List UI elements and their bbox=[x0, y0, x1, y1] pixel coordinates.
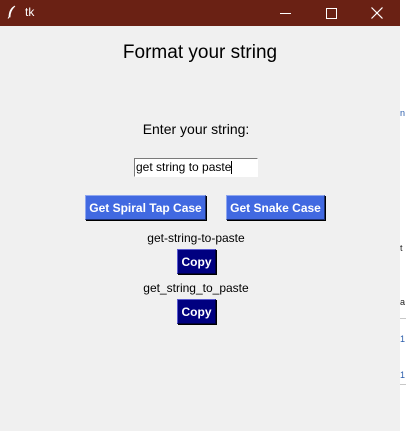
minimize-button[interactable] bbox=[262, 0, 308, 26]
string-prompt-label: Enter your string: bbox=[142, 121, 250, 137]
background-text-fragment: a bbox=[400, 297, 406, 307]
background-window bbox=[400, 0, 406, 431]
background-divider bbox=[400, 384, 406, 385]
app-window: tk Format your string Enter your string:… bbox=[0, 0, 400, 431]
text-caret bbox=[231, 161, 233, 175]
feather-icon bbox=[6, 5, 18, 19]
close-icon bbox=[371, 7, 383, 19]
string-input[interactable]: get string to paste bbox=[134, 158, 258, 177]
snake-case-result: get_string_to_paste bbox=[143, 281, 249, 295]
page-title: Format your string bbox=[122, 42, 278, 63]
background-divider bbox=[400, 318, 406, 319]
spiral-tap-case-button[interactable]: Get Spiral Tap Case bbox=[85, 195, 206, 220]
background-text-fragment: t bbox=[400, 243, 403, 253]
background-text-fragment: 1 bbox=[400, 334, 406, 344]
background-text-fragment: 1 bbox=[400, 370, 406, 380]
maximize-icon bbox=[325, 7, 337, 19]
background-text-fragment: n bbox=[400, 108, 406, 118]
title-bar[interactable]: tk bbox=[0, 0, 400, 26]
close-button[interactable] bbox=[354, 0, 400, 26]
maximize-button[interactable] bbox=[308, 0, 354, 26]
minimize-icon bbox=[279, 12, 291, 14]
window-title: tk bbox=[25, 5, 35, 19]
copy-spiral-result-button[interactable]: Copy bbox=[177, 249, 216, 274]
copy-snake-result-button[interactable]: Copy bbox=[177, 299, 216, 324]
string-input-value: get string to paste bbox=[136, 160, 232, 174]
spiral-tap-case-result: get-string-to-paste bbox=[147, 231, 245, 245]
snake-case-button[interactable]: Get Snake Case bbox=[226, 195, 325, 220]
